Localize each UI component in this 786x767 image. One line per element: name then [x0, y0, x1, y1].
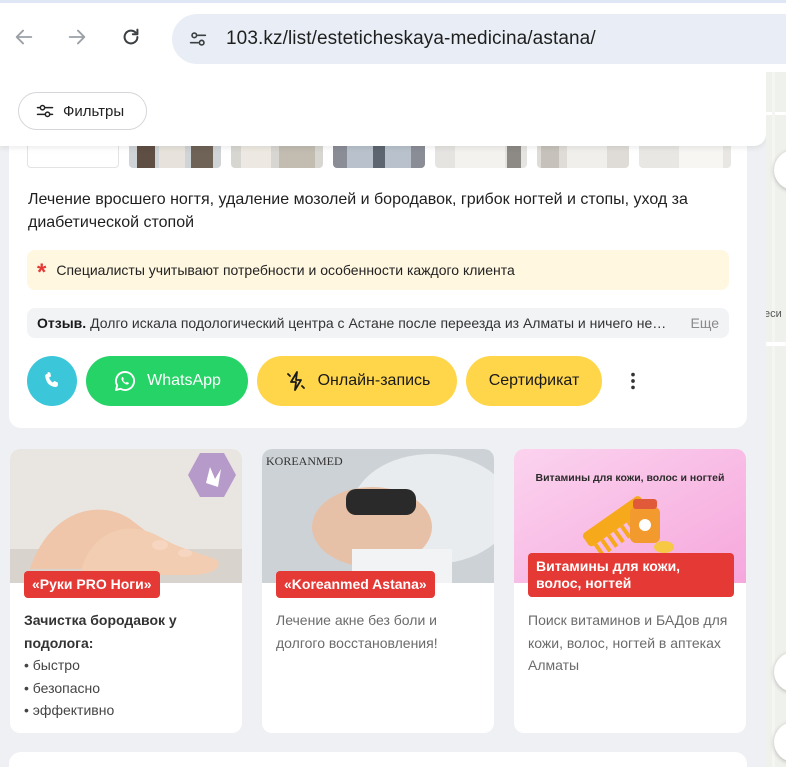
- ad-card[interactable]: «Руки PRO Ноги» Зачистка бородавок у под…: [10, 449, 242, 733]
- map-road: [766, 342, 786, 346]
- forward-button[interactable]: [63, 23, 91, 51]
- ad-body: Лечение акне без боли и долгого восстано…: [276, 609, 486, 654]
- map-label: еси: [766, 308, 782, 320]
- certificate-label: Сертификат: [488, 372, 580, 389]
- more-options-button[interactable]: [615, 356, 651, 406]
- map-panel[interactable]: еси: [766, 72, 786, 767]
- reload-icon: [123, 28, 139, 45]
- more-vertical-icon: [631, 372, 635, 390]
- filters-button[interactable]: Фильтры: [18, 92, 148, 130]
- map-control-button[interactable]: [774, 150, 786, 190]
- feet-photo: [10, 449, 242, 583]
- sliders-icon: [36, 104, 54, 118]
- ad-list-item: • безопасно: [24, 679, 101, 696]
- map-control-button[interactable]: [774, 652, 786, 692]
- site-info-button[interactable]: [180, 21, 216, 57]
- url-text[interactable]: 103.kz/list/esteticheskaya-medicina/asta…: [226, 28, 596, 50]
- ad-text: Поиск витаминов и БАДов для кожи, волос,…: [528, 612, 728, 673]
- ad-list-item: • быстро: [24, 657, 80, 673]
- whatsapp-button[interactable]: WhatsApp: [86, 356, 248, 406]
- arrow-left-icon: [15, 29, 33, 45]
- ad-heading: Зачистка бородавок у подолога:: [24, 612, 177, 651]
- next-listing-card: [9, 752, 747, 767]
- online-booking-label: Онлайн-запись: [317, 372, 431, 389]
- banner-title: Витамины для кожи, волос и ногтей: [536, 472, 725, 484]
- action-buttons: WhatsApp Онлайн-запись Сертификат: [27, 356, 651, 406]
- map-road: [766, 112, 786, 115]
- review-text: Долго искала подологический центра с Аст…: [90, 315, 667, 331]
- koreanmed-brand: KOREANMED: [266, 454, 343, 468]
- back-button[interactable]: [10, 23, 38, 51]
- page-content: Фильтры Лечение вросшего ногтя, удаление…: [0, 72, 766, 767]
- reload-button[interactable]: [117, 23, 145, 51]
- review-label: Отзыв.: [37, 315, 87, 331]
- whatsapp-icon: [115, 371, 136, 391]
- ad-body: Поиск витаминов и БАДов для кожи, волос,…: [528, 609, 738, 677]
- address-bar[interactable]: 103.kz/list/esteticheskaya-medicina/asta…: [172, 14, 786, 64]
- ad-tag: «Руки PRO Ноги»: [24, 571, 160, 598]
- ad-body: Зачистка бородавок у подолога: • быстро …: [24, 609, 234, 722]
- map-control-button[interactable]: [774, 722, 786, 762]
- clinic-description: Лечение вросшего ногтя, удаление мозолей…: [28, 191, 688, 231]
- ad-tag: Витамины для кожи, волос, ногтей: [528, 553, 734, 597]
- ad-image: [10, 449, 242, 583]
- tune-icon: [189, 32, 207, 46]
- clinic-notice: * Специалисты учитывают потребности и ос…: [27, 250, 729, 290]
- arrow-right-icon: [68, 29, 86, 45]
- call-button[interactable]: [27, 356, 77, 406]
- whatsapp-label: WhatsApp: [147, 372, 221, 389]
- ad-text: Лечение акне без боли и долгого восстано…: [276, 612, 438, 651]
- notice-text: Специалисты учитывают потребности и особ…: [56, 262, 515, 278]
- asterisk-icon: *: [37, 259, 47, 286]
- ad-image: KOREANMED: [262, 449, 494, 583]
- filter-bar: Фильтры: [0, 72, 766, 146]
- cosmetology-photo: KOREANMED: [262, 449, 494, 583]
- online-booking-button[interactable]: Онлайн-запись: [257, 356, 457, 406]
- lightning-icon: [286, 371, 305, 391]
- review-more-link[interactable]: Еще: [683, 315, 720, 331]
- ad-card[interactable]: KOREANMED «Koreanmed Astana» Лечение акн…: [262, 449, 494, 733]
- ad-tag: «Koreanmed Astana»: [276, 571, 435, 598]
- filters-label: Фильтры: [63, 102, 125, 120]
- review-snippet[interactable]: Отзыв. Долго искала подологический центр…: [27, 308, 729, 338]
- phone-icon: [45, 371, 58, 388]
- browser-toolbar: 103.kz/list/esteticheskaya-medicina/asta…: [0, 0, 786, 72]
- certificate-button[interactable]: Сертификат: [466, 356, 602, 406]
- ad-list-item: • эффективно: [24, 702, 115, 718]
- ad-card[interactable]: Витамины для кожи, волос и ногтей Витами…: [514, 449, 746, 733]
